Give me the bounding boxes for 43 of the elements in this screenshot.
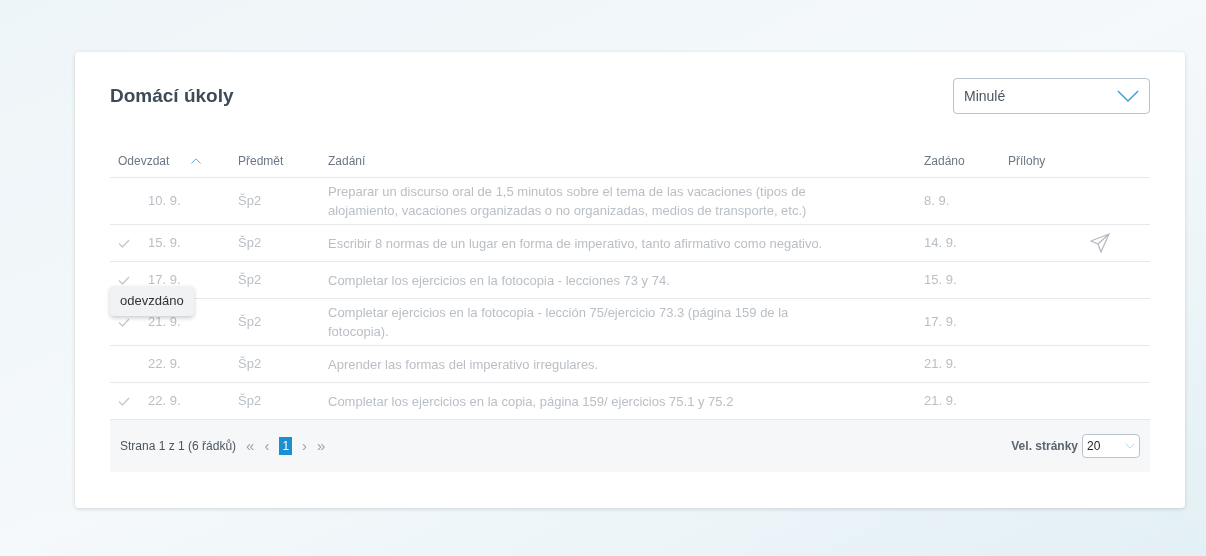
- task-text: Completar los ejercicios en la copia, página 159/ ejercicios 75.1 y 75.2: [328, 393, 734, 409]
- column-header[interactable]: Odevzdat: [118, 151, 170, 170]
- page-button[interactable]: 1: [279, 437, 293, 455]
- task-text: Completar los ejercicios en la fotocopia - lecciones 73 y 74.: [328, 272, 670, 288]
- filter-dropdown[interactable]: Minulé: [953, 78, 1150, 114]
- page-size-label: Vel. stránky: [1011, 438, 1078, 455]
- task-text: Aprender las formas del imperativo irregulares.: [328, 356, 599, 372]
- column-header[interactable]: Předmět: [238, 151, 284, 170]
- due-date: 21. 9.: [148, 313, 181, 332]
- subject-cell: Šp2: [238, 272, 262, 288]
- assigned-date: 14. 9.: [924, 235, 957, 251]
- due-date: 22. 9.: [148, 355, 181, 374]
- page-title: Domácí úkoly: [110, 83, 234, 108]
- due-date: 22. 9.: [148, 392, 181, 411]
- assigned-date: 21. 9.: [924, 356, 957, 372]
- sort-ascending-icon[interactable]: [191, 157, 202, 164]
- next-page-link[interactable]: ›: [302, 434, 308, 458]
- column-header[interactable]: Zadáno: [924, 151, 965, 170]
- chevron-down-icon: [1125, 443, 1135, 449]
- subject-cell: Šp2: [238, 314, 262, 330]
- subject-cell: Šp2: [238, 393, 262, 409]
- task-text: Preparar un discurso oral de 1,5 minutos sobre el tema de las vacaciones (tipos de alojamiento, vacaciones organizadas o no organizadas, medios de transporte, etc.): [328, 184, 807, 218]
- chevron-down-icon: [1117, 89, 1139, 103]
- subject-cell: Šp2: [238, 235, 262, 251]
- column-header[interactable]: Přílohy: [1008, 151, 1046, 170]
- due-date: 10. 9.: [148, 192, 181, 211]
- subject-cell: Šp2: [238, 356, 262, 372]
- assigned-date: 8. 9.: [924, 193, 950, 209]
- last-page-link[interactable]: »: [317, 434, 326, 458]
- assigned-date: 21. 9.: [924, 393, 957, 409]
- assigned-date: 15. 9.: [924, 272, 957, 288]
- first-page-link[interactable]: «: [246, 434, 255, 458]
- tooltip: odevzdáno: [110, 286, 194, 316]
- subject-cell: Šp2: [238, 193, 262, 209]
- task-text: Escribir 8 normas de un lugar en forma de imperativo, tanto afirmativo como negativo.: [328, 235, 823, 251]
- column-header[interactable]: Zadání: [328, 151, 366, 170]
- page-summary: Strana 1 z 1 (6 řádků): [120, 438, 237, 455]
- page-size-dropdown[interactable]: 20: [1082, 434, 1140, 458]
- due-date: 15. 9.: [148, 234, 181, 253]
- paper-plane-icon[interactable]: [1090, 233, 1110, 253]
- assigned-date: 17. 9.: [924, 314, 957, 330]
- task-text: Completar ejercicios en la fotocopia - lección 75/ejercicio 73.3 (página 159 de la fotocopia).: [328, 305, 789, 339]
- previous-page-link[interactable]: ‹: [264, 434, 270, 458]
